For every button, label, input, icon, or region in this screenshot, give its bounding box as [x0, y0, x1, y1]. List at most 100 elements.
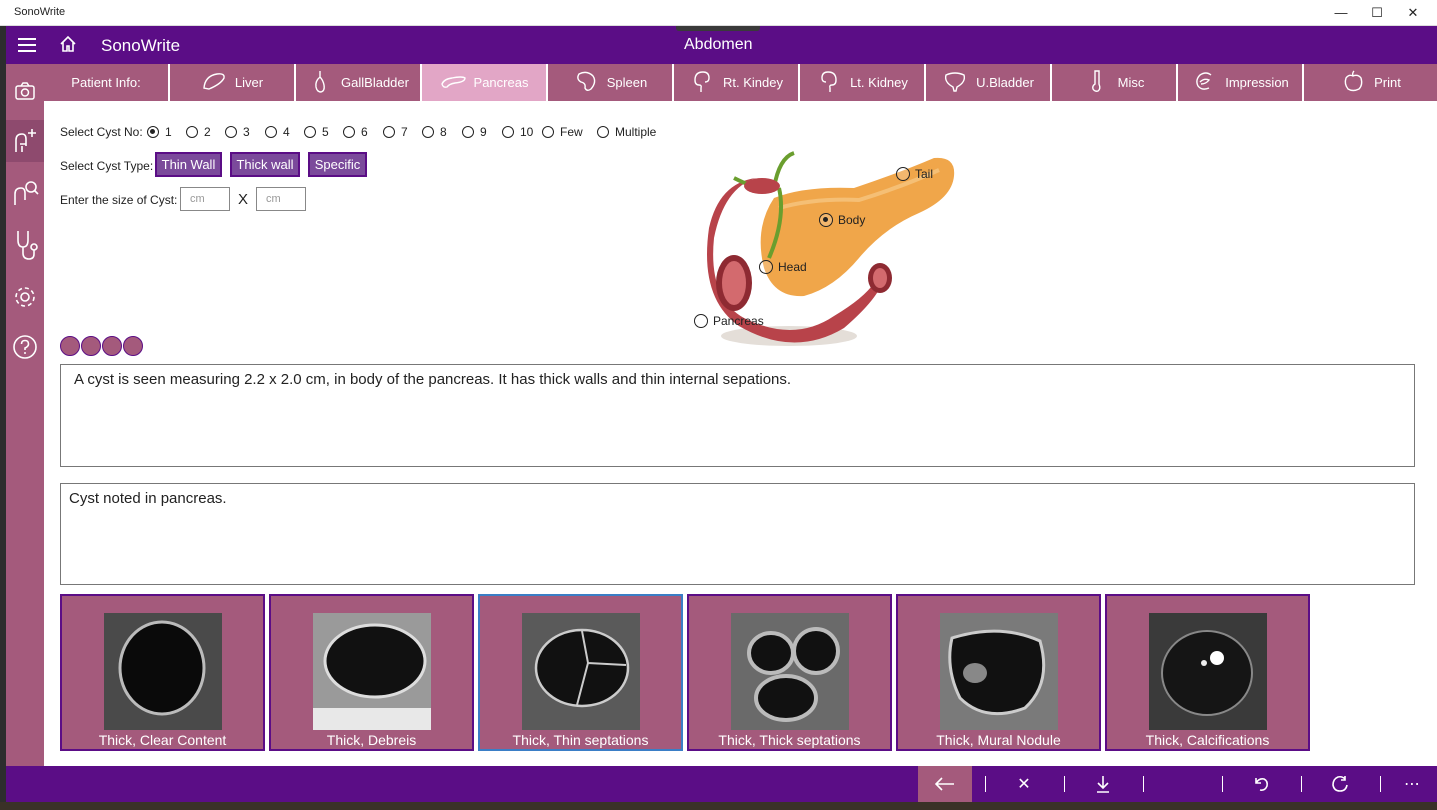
- ultrasound-image: [522, 613, 640, 730]
- camera-icon[interactable]: [6, 70, 44, 112]
- hamburger-menu-icon[interactable]: [18, 34, 36, 56]
- tab-u-bladder[interactable]: U.Bladder: [926, 64, 1052, 101]
- cyst-no-radio-5[interactable]: 5: [304, 125, 329, 139]
- tab-rt-kidney[interactable]: Rt. Kindey: [674, 64, 800, 101]
- cyst-size-input-1[interactable]: cm: [180, 187, 230, 211]
- add-patient-icon[interactable]: [6, 120, 44, 162]
- tab-label: U.Bladder: [976, 75, 1034, 90]
- cyst-no-radio-7[interactable]: 7: [383, 125, 408, 139]
- tab-label: Patient Info:: [71, 75, 141, 90]
- separator: [1301, 776, 1302, 792]
- thumb-thick-thick-septations[interactable]: Thick, Thick septations: [687, 594, 892, 751]
- section-title: Abdomen: [684, 36, 753, 53]
- cyst-no-radio-9[interactable]: 9: [462, 125, 487, 139]
- dot[interactable]: [123, 336, 143, 356]
- tab-patient-info[interactable]: Patient Info:: [44, 64, 170, 101]
- thumb-thick-calcifications[interactable]: Thick, Calcifications: [1105, 594, 1310, 751]
- gallbladder-icon: [307, 68, 333, 97]
- tab-print[interactable]: Print: [1304, 64, 1437, 101]
- radio-icon: [304, 126, 316, 138]
- location-label: Body: [838, 213, 866, 227]
- maximize-button[interactable]: ☐: [1359, 0, 1395, 25]
- search-patient-icon[interactable]: [6, 172, 44, 214]
- cyst-no-radio-1[interactable]: 1: [147, 125, 172, 139]
- radio-icon: [759, 260, 773, 274]
- location-pancreas-radio[interactable]: Pancreas: [694, 314, 764, 328]
- impression-icon: [1191, 68, 1217, 97]
- tab-impression[interactable]: Impression: [1178, 64, 1304, 101]
- thumb-caption: Thick, Debreis: [326, 732, 417, 748]
- kidney-icon: [816, 68, 842, 97]
- refresh-icon[interactable]: [1315, 766, 1365, 802]
- radio-icon: [225, 126, 237, 138]
- cyst-no-radio-3[interactable]: 3: [225, 125, 250, 139]
- radio-label: 4: [283, 125, 290, 139]
- tab-label: Lt. Kidney: [850, 75, 908, 90]
- radio-icon: [502, 126, 514, 138]
- stethoscope-icon[interactable]: [6, 224, 44, 266]
- thumb-caption: Thick, Thick septations: [718, 732, 861, 748]
- location-body-radio[interactable]: Body: [819, 213, 865, 227]
- cyst-type-label: Select Cyst Type:: [60, 159, 154, 173]
- ultrasound-image: [313, 613, 431, 730]
- undo-icon[interactable]: [1236, 766, 1286, 802]
- radio-selected-icon: [819, 213, 833, 227]
- cyst-no-radio-2[interactable]: 2: [186, 125, 211, 139]
- cyst-no-radio-6[interactable]: 6: [343, 125, 368, 139]
- main-content: Select Cyst No: 1 2 3 4 5 6 7 8 9 10 Few…: [44, 101, 1435, 766]
- radio-label: 1: [165, 125, 172, 139]
- spleen-icon: [573, 68, 599, 97]
- radio-label: 5: [322, 125, 329, 139]
- tab-misc[interactable]: Misc: [1052, 64, 1178, 101]
- help-icon[interactable]: [6, 326, 44, 368]
- thick-wall-button[interactable]: Thick wall: [230, 152, 300, 177]
- impression-text: Cyst noted in pancreas.: [69, 490, 227, 507]
- more-icon[interactable]: ⋯: [1387, 766, 1437, 802]
- cyst-no-radio-few[interactable]: Few: [542, 125, 583, 139]
- window-titlebar: SonoWrite — ☐ ✕: [0, 0, 1437, 26]
- tab-spleen[interactable]: Spleen: [548, 64, 674, 101]
- tab-pancreas[interactable]: Pancreas: [422, 64, 548, 101]
- cyst-no-radio-multiple[interactable]: Multiple: [597, 125, 656, 139]
- tab-liver[interactable]: Liver: [170, 64, 296, 101]
- tab-gallbladder[interactable]: GallBladder: [296, 64, 422, 101]
- download-icon[interactable]: [1078, 766, 1128, 802]
- thumb-thick-debris[interactable]: Thick, Debreis: [269, 594, 474, 751]
- specific-button[interactable]: Specific: [308, 152, 367, 177]
- thumb-thick-clear-content[interactable]: Thick, Clear Content: [60, 594, 265, 751]
- location-tail-radio[interactable]: Tail: [896, 167, 933, 181]
- tab-label: Misc: [1117, 75, 1145, 90]
- location-head-radio[interactable]: Head: [759, 260, 807, 274]
- findings-textbox[interactable]: A cyst is seen measuring 2.2 x 2.0 cm, i…: [60, 364, 1415, 467]
- progress-dots: [60, 336, 144, 356]
- cyst-size-input-2[interactable]: cm: [256, 187, 306, 211]
- dot[interactable]: [102, 336, 122, 356]
- settings-icon[interactable]: [6, 276, 44, 318]
- radio-icon: [896, 167, 910, 181]
- cyst-no-radio-8[interactable]: 8: [422, 125, 447, 139]
- drag-grip[interactable]: [676, 26, 760, 31]
- dot[interactable]: [81, 336, 101, 356]
- cyst-no-radio-10[interactable]: 10: [502, 125, 533, 139]
- close-icon[interactable]: ✕: [999, 766, 1049, 802]
- close-window-button[interactable]: ✕: [1395, 0, 1431, 25]
- location-label: Tail: [915, 167, 934, 181]
- thumb-thick-mural-nodule[interactable]: Thick, Mural Nodule: [896, 594, 1101, 751]
- desktop-strip: [0, 802, 1437, 810]
- cyst-size-label: Enter the size of Cyst:: [60, 193, 178, 207]
- radio-label: 7: [401, 125, 408, 139]
- minimize-button[interactable]: —: [1323, 0, 1359, 25]
- thumb-thick-thin-septations[interactable]: Thick, Thin septations: [478, 594, 683, 751]
- home-icon[interactable]: [58, 34, 78, 59]
- back-arrow-icon[interactable]: [918, 766, 972, 802]
- radio-icon: [422, 126, 434, 138]
- radio-label: 8: [440, 125, 447, 139]
- dot[interactable]: [60, 336, 80, 356]
- cyst-no-radio-4[interactable]: 4: [265, 125, 290, 139]
- radio-label: 9: [480, 125, 487, 139]
- impression-textbox[interactable]: Cyst noted in pancreas.: [60, 483, 1415, 585]
- cyst-no-label: Select Cyst No:: [60, 125, 143, 139]
- tab-lt-kidney[interactable]: Lt. Kidney: [800, 64, 926, 101]
- thin-wall-button[interactable]: Thin Wall: [155, 152, 222, 177]
- separator: [1222, 776, 1223, 792]
